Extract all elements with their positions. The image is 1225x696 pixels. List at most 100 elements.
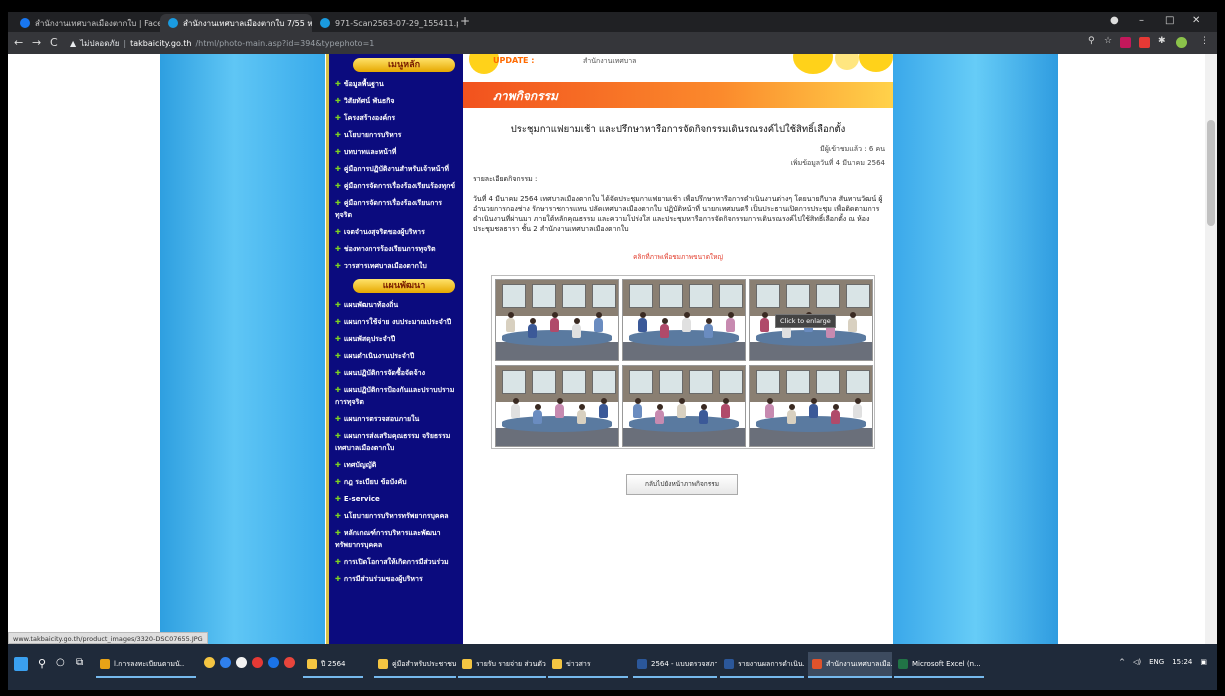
menu-item[interactable]: ✚ แผนการตรวจสอบภายใน [329,410,463,427]
tab-pdf[interactable]: 971-Scan2563-07-29_155411.pdf ✕ [312,14,458,32]
address-bar: ← → C ▲ ไม่ปลอดภัย | takbaicity.go.th/ht… [8,32,1217,54]
task-view-icon[interactable]: ⧉ [76,657,90,671]
puzzle-icon[interactable]: ✱ [1158,36,1166,46]
menu-item[interactable]: ✚ วารสารเทศบาลเมืองตากใบ [329,257,463,274]
taskbar-app-label: ข่าวสาร [566,659,591,668]
volume-icon[interactable]: ◁) [1133,658,1141,666]
menu-item[interactable]: ✚ การเปิดโอกาสให้เกิดการมีส่วนร่วม [329,553,463,570]
menu-item[interactable]: ✚ ข้อมูลพื้นฐาน [329,75,463,92]
app-icon [637,659,647,669]
warning-icon[interactable]: ▲ [70,39,76,48]
extension-icon[interactable] [1120,37,1131,48]
taskbar-app-label: l.การลงทะเบียนตามนั.. [114,659,185,668]
menu-item[interactable]: ✚ คู่มือการจัดการเรื่องร้องเรียนการทุจริต [329,194,463,223]
menu-item[interactable]: ✚ แผนดำเนินงานประจำปี [329,347,463,364]
meeting-photo[interactable] [495,279,619,361]
menu-item[interactable]: ✚ E-service [329,490,463,507]
star-icon[interactable]: ☆ [1104,36,1112,46]
maximize-button[interactable]: □ [1165,15,1174,26]
menu-item-label: แผนปฏิบัติการจัดซื้อจัดจ้าง [343,369,426,377]
meeting-photo[interactable] [495,365,619,447]
menu-item[interactable]: ✚ เจตจำนงสุจริตของผู้บริหาร [329,223,463,240]
account-icon[interactable]: ● [1110,15,1119,26]
menu-item-label: กฎ ระเบียบ ข้อบังคับ [343,478,407,486]
pinned-app-icon[interactable] [268,657,279,668]
taskbar-app[interactable]: รายงานผลการดำเนิน... [720,652,804,678]
menu-item[interactable]: ✚ นโยบายการบริหารทรัพยากรบุคคล [329,507,463,524]
menu-item[interactable]: ✚ วิสัยทัศน์ พันธกิจ [329,92,463,109]
menu-header-development: แผนพัฒนา [353,279,455,293]
menu-item[interactable]: ✚ เทศบัญญัติ [329,456,463,473]
menu-item-label: การมีส่วนร่วมของผู้บริหาร [343,575,423,583]
menu-item[interactable]: ✚ คู่มือการปฏิบัติงานสำหรับเจ้าหน้าที่ [329,160,463,177]
chevron-up-icon[interactable]: ^ [1119,658,1125,666]
tab-activity-page[interactable]: สำนักงานเทศบาลเมืองตากใบ 7/55 ห. ✕ [160,14,312,32]
clock[interactable]: 15:24 [1172,658,1192,666]
view-count: มีผู้เข้าชมแล้ว : 6 คน [820,145,885,153]
flower-decoration [793,54,833,74]
tab-facebook[interactable]: สำนักงานเทศบาลเมืองตากใบ | Facebo ✕ [12,14,160,32]
taskbar-app[interactable]: สำนักงานเทศบาลเมือ... [808,652,892,678]
meeting-photo[interactable] [749,365,873,447]
taskbar-app[interactable]: Microsoft Excel (n... [894,652,984,678]
menu-item[interactable]: ✚ แผนพัฒนาท้องถิ่น [329,296,463,313]
pinned-app-icon[interactable] [252,657,263,668]
pinned-app-icon[interactable] [220,657,231,668]
scrollbar[interactable] [1205,54,1217,644]
menu-item[interactable]: ✚ บทบาทและหน้าที่ [329,143,463,160]
menu-item[interactable]: ✚ แผนการใช้จ่าย งบประมาณประจำปี [329,313,463,330]
language-indicator[interactable]: ENG [1149,658,1164,666]
taskbar-app[interactable]: คู่มือสำหรับประชาชน ... [374,652,456,678]
meeting-photo[interactable] [622,279,746,361]
notification-icon[interactable]: ▣ [1200,658,1207,666]
browser-tab-bar: สำนักงานเทศบาลเมืองตากใบ | Facebo ✕ สำนั… [8,12,1217,32]
taskbar-app[interactable]: l.การลงทะเบียนตามนั.. [96,652,196,678]
menu-item[interactable]: ✚ แผนการส่งเสริมคุณธรรม จริยธรรมเทศบาลเมื… [329,427,463,456]
scrollbar-thumb[interactable] [1207,120,1215,226]
menu-item-label: นโยบายการบริหารทรัพยากรบุคคล [343,512,449,520]
pinned-app-icon[interactable] [236,657,247,668]
status-bar-url: www.takbaicity.go.th/product_images/3320… [8,632,208,644]
menu-icon[interactable]: ⋮ [1200,36,1209,46]
plus-bullet-icon: ✚ [335,182,341,190]
forward-button[interactable]: → [32,36,41,49]
menu-item-label: E-service [343,495,380,503]
menu-item[interactable]: ✚ แผนปฏิบัติการจัดซื้อจัดจ้าง [329,364,463,381]
back-to-activities-button[interactable]: กลับไปยังหน้าภาพกิจกรรม [626,474,738,495]
taskbar-app[interactable]: รายรับ รายจ่าย ส่วนตัว [458,652,546,678]
minimize-button[interactable]: – [1139,15,1144,26]
close-window-button[interactable]: ✕ [1192,15,1200,26]
reload-button[interactable]: C [50,36,58,49]
menu-item-label: แผนการตรวจสอบภายใน [343,415,420,423]
plus-bullet-icon: ✚ [335,495,341,503]
pinned-app-icon[interactable] [284,657,295,668]
menu-item-label: ข้อมูลพื้นฐาน [343,80,384,88]
windows-start-icon[interactable] [14,657,28,671]
url-field[interactable]: ▲ ไม่ปลอดภัย | takbaicity.go.th/html/pho… [70,35,374,51]
menu-item[interactable]: ✚ นโยบายการบริหาร [329,126,463,143]
menu-item[interactable]: ✚ แผนปฏิบัติการป้องกันและปราบปรามการทุจริ… [329,381,463,410]
taskbar-app[interactable]: ปี 2564 [303,652,363,678]
menu-item[interactable]: ✚ คู่มือการจัดการเรื่องร้องเรียนร้องทุกข์ [329,177,463,194]
pinned-app-icon[interactable] [204,657,215,668]
cortana-icon[interactable]: ○ [56,657,70,671]
menu-item[interactable]: ✚ ช่องทางการร้องเรียนการทุจริต [329,240,463,257]
profile-icon[interactable] [1176,37,1187,48]
meeting-photo[interactable] [622,365,746,447]
taskbar-app[interactable]: ข่าวสาร [548,652,628,678]
menu-item[interactable]: ✚ กฎ ระเบียบ ข้อบังคับ [329,473,463,490]
menu-item-label: วิสัยทัศน์ พันธกิจ [343,97,395,105]
back-button[interactable]: ← [14,36,23,49]
extension-icon[interactable] [1139,37,1150,48]
search-icon[interactable]: ⚲ [38,657,52,671]
menu-item[interactable]: ✚ หลักเกณฑ์การบริหารและพัฒนาทรัพยากรบุคคล [329,524,463,553]
menu-item[interactable]: ✚ การมีส่วนร่วมของผู้บริหาร [329,570,463,587]
security-label[interactable]: ไม่ปลอดภัย [80,37,119,50]
new-tab-button[interactable]: + [460,14,470,28]
taskbar-app[interactable]: 2564 - แบบตรวจสภาพ... [633,652,717,678]
menu-item[interactable]: ✚ แผนพัสดุประจำปี [329,330,463,347]
plus-bullet-icon: ✚ [335,415,341,423]
search-icon[interactable]: ⚲ [1088,36,1095,46]
menu-item[interactable]: ✚ โครงสร้างองค์กร [329,109,463,126]
update-ticker: สำนักงานเทศบาล [583,57,637,65]
